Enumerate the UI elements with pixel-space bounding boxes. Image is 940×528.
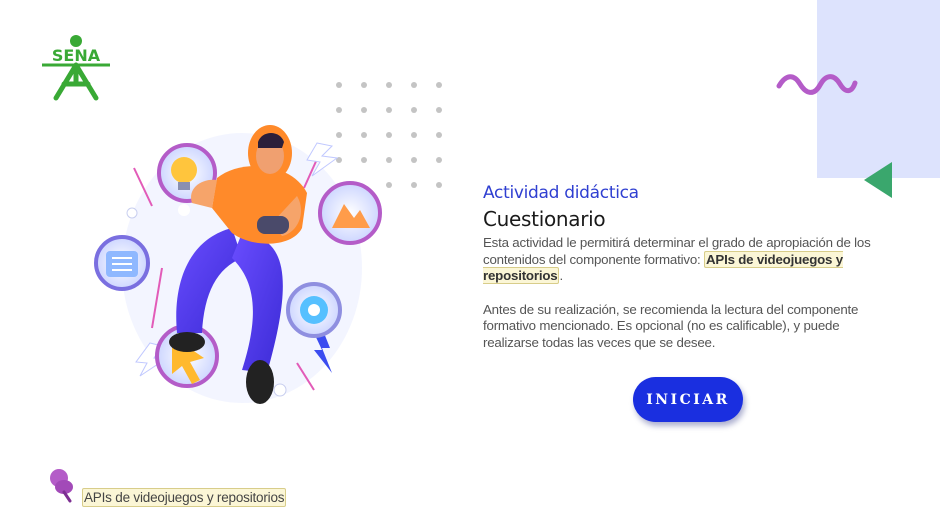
description-end: . [559, 268, 563, 283]
footer-component-link[interactable]: APIs de videojuegos y repositorios [82, 488, 287, 507]
pin-icon [50, 469, 73, 503]
wave-decoration [776, 74, 858, 95]
activity-kicker: Actividad didáctica [483, 183, 639, 203]
gamer-illustration [94, 125, 382, 404]
logo-text: SENA [52, 46, 101, 65]
start-button[interactable]: INICIAR [633, 377, 743, 422]
activity-description: Esta actividad le permitirá determinar e… [483, 235, 883, 285]
activity-content: Actividad didáctica Cuestionario Esta ac… [483, 182, 883, 351]
sena-logo: SENA [42, 35, 110, 101]
activity-title: Cuestionario [483, 207, 606, 231]
activity-recommendation: Antes de su realización, se recomienda l… [483, 301, 859, 350]
